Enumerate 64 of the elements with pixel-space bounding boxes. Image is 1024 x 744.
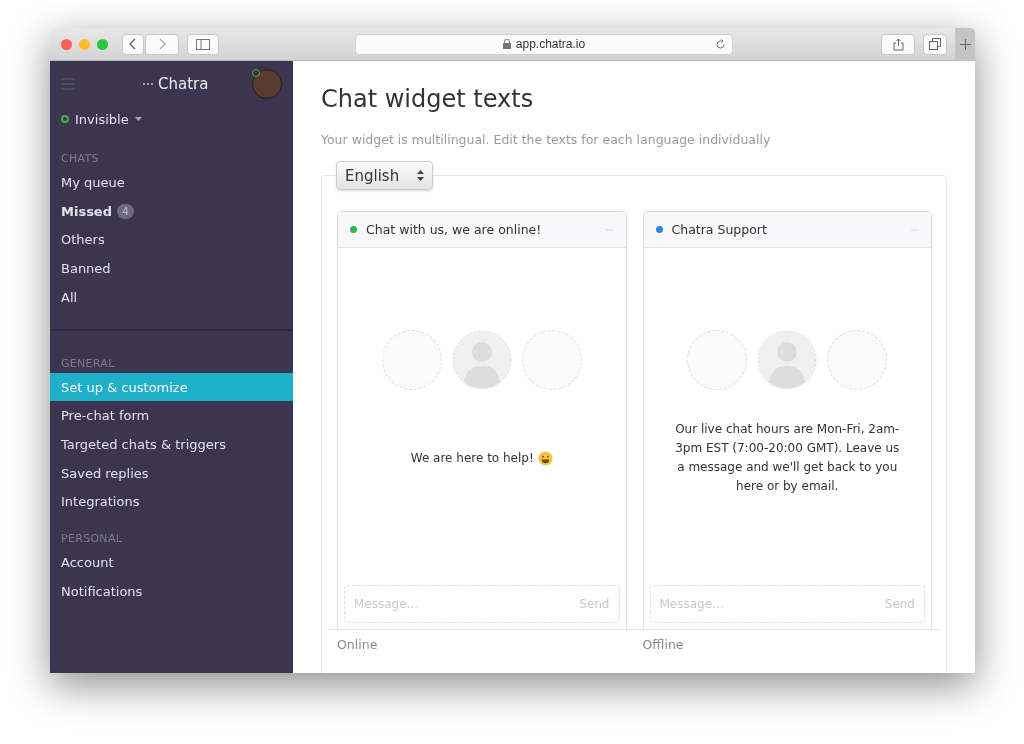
smiley-icon (537, 450, 553, 466)
minimize-button[interactable] (79, 38, 90, 50)
sidebar-item[interactable]: Banned (50, 254, 293, 283)
sidebar-item[interactable]: Targeted chats & triggers (50, 430, 293, 459)
sidebar-item[interactable]: All (50, 282, 293, 312)
share-button[interactable] (881, 33, 915, 55)
page-title: Chat widget texts (321, 85, 535, 115)
sidebar-item[interactable]: My queue (50, 168, 293, 197)
welcome-message: We are here to help! (410, 449, 534, 467)
sidebar-item[interactable]: Account (50, 548, 293, 577)
person-avatar-icon (757, 330, 818, 390)
item-label: Banned (61, 260, 111, 276)
item-label: Account (61, 555, 114, 571)
section-heading: GENERAL (60, 356, 116, 373)
widget-title: Chat with us, we are online! (366, 222, 542, 237)
count-badge: 4 (117, 203, 134, 219)
item-label: My queue (61, 174, 125, 190)
person-avatar-icon (451, 330, 512, 390)
page-subtitle: Your widget is multilingual. Edit the texts for each language individually (321, 132, 772, 147)
sidebar-item[interactable]: Others (50, 225, 293, 255)
dots-logo-icon (142, 82, 154, 86)
item-label: Others (61, 232, 105, 248)
widget-title: Chatra Support (671, 222, 767, 237)
forward-button[interactable] (145, 33, 179, 55)
zoom-button[interactable] (97, 38, 108, 50)
caret-icon (134, 117, 142, 121)
plus-icon (959, 39, 971, 50)
sidebar-item[interactable]: Integrations (50, 487, 293, 517)
widget-state-label: Offline (642, 637, 685, 652)
widget-state-label: Online (337, 637, 379, 652)
brand-name: Chatra (158, 75, 209, 93)
status-dropdown[interactable]: Invisible (50, 108, 153, 130)
sidebar-item[interactable]: Pre-chat form (50, 401, 293, 431)
item-label: Notifications (61, 583, 143, 599)
sidebar-toggle-button[interactable] (187, 33, 219, 55)
reload-icon (715, 38, 726, 50)
item-label: Pre-chat form (61, 408, 150, 424)
back-button[interactable] (122, 33, 144, 55)
url-text: app.chatra.io (515, 37, 586, 51)
updown-arrows-icon (417, 170, 425, 181)
lock-icon (502, 39, 511, 49)
sidebar-item[interactable]: Missed 4 (50, 196, 293, 226)
close-button[interactable] (61, 38, 72, 50)
item-label: Set up & customize (61, 379, 188, 395)
share-icon (892, 37, 904, 51)
chevron-right-icon (158, 38, 166, 50)
user-avatar[interactable] (252, 69, 282, 99)
tabs-icon (929, 38, 941, 50)
sidebar-item[interactable]: Saved replies (50, 458, 293, 488)
tabs-button[interactable] (923, 33, 947, 55)
welcome-message: Our live chat hours are Mon-Fri, 2am-3pm EST (7:00-20:00 GMT). Leave us a message and we'll get back to you here or by email. (674, 421, 901, 495)
item-label: Saved replies (61, 465, 149, 481)
sidebar-item[interactable]: Notifications (50, 576, 293, 606)
item-label: Missed (61, 203, 112, 219)
section-heading: PERSONAL (60, 531, 124, 548)
language-select[interactable]: English (336, 161, 434, 190)
sidebar-icon (196, 38, 210, 50)
section-heading: CHATS (60, 151, 100, 167)
address-bar[interactable]: app.chatra.io (355, 33, 733, 55)
item-label: Integrations (61, 494, 140, 510)
new-tab-button[interactable] (955, 28, 975, 61)
item-label: All (61, 289, 78, 305)
chevron-left-icon (129, 38, 137, 50)
item-label: Targeted chats & triggers (61, 436, 226, 452)
